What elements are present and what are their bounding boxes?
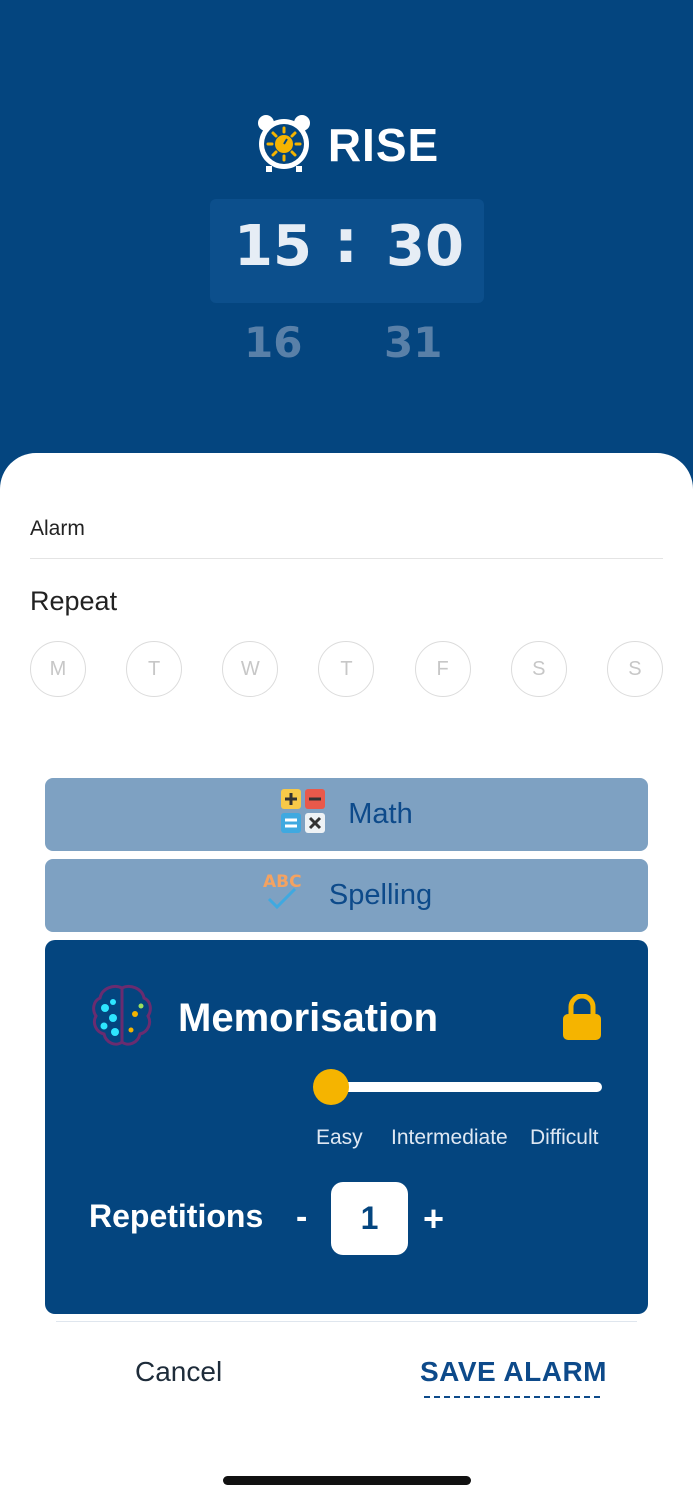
brand-name: RISE	[327, 118, 440, 171]
next-minute-value[interactable]: 31	[384, 318, 442, 367]
save-underline	[424, 1396, 600, 1398]
repetitions-decrement-button[interactable]: -	[296, 1198, 307, 1237]
memorisation-game-card[interactable]: Memorisation Easy Intermediate Difficult…	[45, 940, 648, 1314]
day-toggle-wednesday[interactable]: W	[222, 641, 279, 697]
day-toggle-saturday[interactable]: S	[510, 641, 567, 697]
day-toggle-monday[interactable]: M	[30, 641, 86, 697]
home-indicator[interactable]	[223, 1476, 471, 1485]
minute-value[interactable]: 30	[386, 214, 464, 279]
brain-icon	[91, 984, 153, 1057]
repetitions-increment-button[interactable]: +	[423, 1198, 444, 1240]
brand: RISE	[0, 112, 693, 177]
difficulty-slider-handle[interactable]	[313, 1069, 349, 1105]
spelling-label: Spelling	[328, 879, 433, 911]
day-toggle-thursday[interactable]: T	[318, 641, 375, 697]
alarm-label-field[interactable]: Alarm	[30, 517, 85, 541]
svg-text:ABC: ABC	[263, 872, 302, 892]
abc-check-icon: ABC	[261, 869, 307, 923]
save-alarm-button[interactable]: SAVE ALARM	[420, 1356, 607, 1388]
difficulty-intermediate-label: Intermediate	[391, 1126, 508, 1149]
day-toggle-friday[interactable]: F	[414, 641, 471, 697]
calculator-icon	[280, 788, 326, 842]
day-toggle-sunday[interactable]: S	[606, 641, 663, 697]
math-label: Math	[348, 798, 413, 830]
alarm-clock-icon	[254, 112, 314, 177]
next-hour-value[interactable]: 16	[244, 318, 302, 367]
difficulty-difficult-label: Difficult	[530, 1126, 599, 1149]
repeat-title: Repeat	[30, 586, 118, 616]
repeat-days: M T W T F S S	[30, 641, 663, 697]
day-toggle-tuesday[interactable]: T	[126, 641, 183, 697]
memorisation-title: Memorisation	[178, 996, 439, 1040]
time-separator: :	[334, 207, 358, 277]
difficulty-slider-track[interactable]	[331, 1082, 602, 1092]
cancel-button[interactable]: Cancel	[135, 1356, 222, 1388]
header-area: RISE 15 : 30 16 31	[0, 0, 693, 470]
spelling-game-button[interactable]: ABC Spelling	[45, 859, 648, 932]
math-game-button[interactable]: Math	[45, 778, 648, 851]
hour-value[interactable]: 15	[234, 214, 312, 279]
lock-icon	[561, 993, 603, 1047]
repetitions-value[interactable]: 1	[331, 1182, 408, 1255]
repetitions-label: Repetitions	[89, 1198, 264, 1234]
divider	[56, 1321, 637, 1322]
divider	[30, 558, 663, 559]
difficulty-easy-label: Easy	[316, 1126, 363, 1149]
